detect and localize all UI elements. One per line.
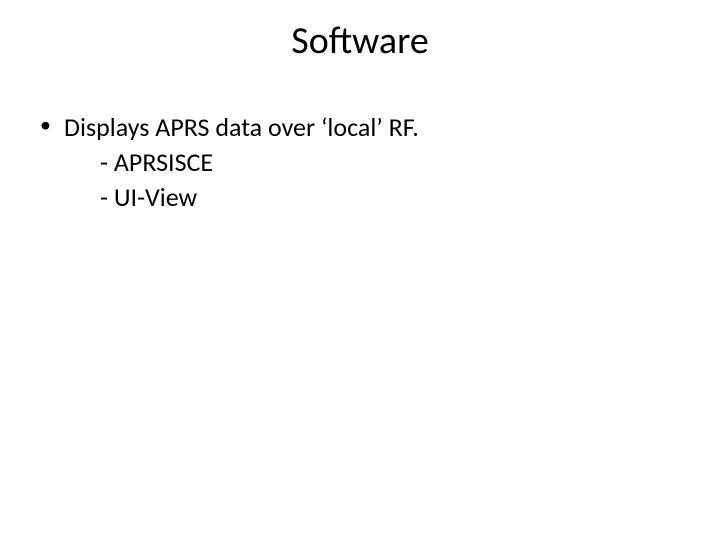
- bullet-main-text: Displays APRS data over ‘local’ RF.: [64, 111, 419, 143]
- bullet-list: Displays APRS data over ‘local’ RF. - AP…: [36, 110, 419, 215]
- bullet-item: Displays APRS data over ‘local’ RF. - AP…: [36, 110, 419, 215]
- bullet-sub-uiview: - UI-View: [64, 180, 419, 215]
- bullet-sub-aprsisce: - APRSISCE: [64, 145, 419, 180]
- slide-title: Software: [0, 18, 720, 64]
